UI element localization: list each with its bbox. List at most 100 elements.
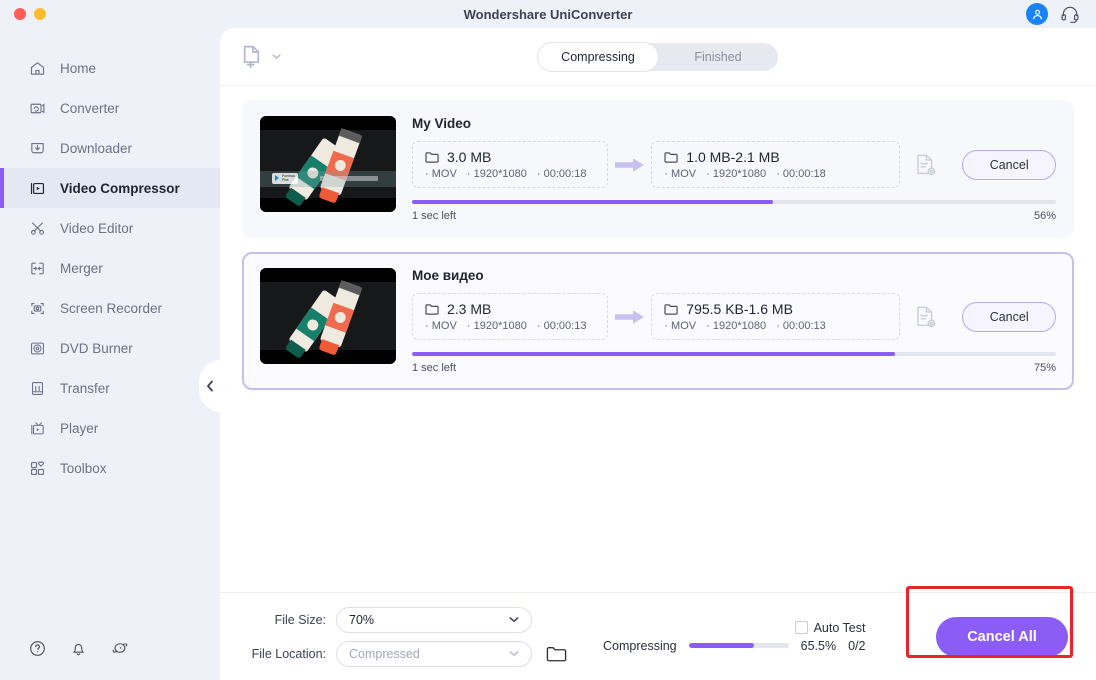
sidebar-item-home[interactable]: Home — [0, 48, 220, 88]
sidebar-item-transfer[interactable]: Transfer — [0, 368, 220, 408]
footer-bar: File Size: 70% File Location: Compressed — [220, 592, 1096, 680]
source-info: 3.0 MB · MOV · 1920*1080 · 00:00:18 — [412, 141, 609, 188]
target-info: 1.0 MB-2.1 MB · MOV · 1920*1080 · 00:00:… — [651, 141, 900, 188]
progress-percent: 75% — [1033, 362, 1056, 374]
sidebar-item-toolbox[interactable]: Toolbox — [0, 448, 220, 488]
folder-icon[interactable] — [546, 645, 567, 663]
target-resolution: 1920*1080 — [712, 320, 767, 332]
auto-test-checkbox[interactable]: Auto Test — [794, 621, 865, 635]
table-row[interactable]: Pumbaa Plus My Video 3.0 MB · MOV · 1920… — [242, 100, 1074, 238]
file-location-select[interactable]: Compressed — [336, 640, 532, 667]
chevron-down-icon — [509, 616, 519, 623]
source-size: 2.3 MB — [447, 301, 492, 317]
overall-progress-area: Auto Test Compressing 65.5% 0/2 — [603, 621, 865, 653]
source-format: MOV — [431, 320, 457, 332]
task-title: Мое видео — [412, 268, 484, 283]
file-size-value: 70% — [349, 612, 375, 627]
tab-finished[interactable]: Finished — [658, 43, 778, 71]
cancel-all-label: Cancel All — [967, 628, 1037, 645]
player-icon — [28, 419, 46, 437]
target-duration: 00:00:13 — [782, 320, 826, 332]
folder-icon — [425, 303, 440, 316]
source-resolution: 1920*1080 — [473, 320, 527, 332]
video-thumbnail: Pumbaa Plus — [260, 116, 396, 212]
content-toolbar: Compressing Finished — [220, 28, 1096, 86]
sidebar-item-downloader[interactable]: Downloader — [0, 128, 220, 168]
file-size-select[interactable]: 70% — [336, 606, 532, 633]
close-button[interactable] — [14, 8, 26, 20]
add-file-button[interactable] — [240, 44, 281, 70]
sidebar-item-screen-recorder[interactable]: Screen Recorder — [0, 288, 220, 328]
minimize-button[interactable] — [34, 8, 46, 20]
bell-icon[interactable] — [69, 639, 88, 658]
headset-icon[interactable] — [1060, 4, 1080, 24]
cancel-button-label: Cancel — [989, 309, 1029, 324]
sidebar-item-label: Transfer — [60, 380, 110, 396]
sidebar-item-merger[interactable]: Merger — [0, 248, 220, 288]
target-format: MOV — [671, 320, 697, 332]
progress-track — [412, 352, 1056, 356]
chevron-down-icon — [272, 53, 281, 60]
sidebar-item-label: DVD Burner — [60, 340, 133, 356]
task-tabs: Compressing Finished — [538, 42, 778, 71]
window-controls[interactable] — [0, 8, 46, 20]
overall-progress-fill — [688, 643, 755, 648]
sidebar-item-video-compressor[interactable]: Video Compressor — [0, 168, 220, 208]
converter-icon — [28, 99, 46, 117]
sidebar-item-video-editor[interactable]: Video Editor — [0, 208, 220, 248]
arrow-right-icon — [608, 157, 651, 173]
progress-fill — [412, 200, 773, 204]
sidebar-item-player[interactable]: Player — [0, 408, 220, 448]
folder-icon — [664, 303, 679, 316]
source-meta: · MOV · 1920*1080 · 00:00:13 — [425, 320, 587, 332]
title-bar-actions — [1026, 3, 1096, 25]
user-avatar-icon[interactable] — [1026, 3, 1048, 25]
folder-icon — [425, 151, 440, 164]
source-duration: 00:00:13 — [543, 320, 587, 332]
time-left: 1 sec left — [412, 362, 457, 374]
overall-progress-track — [688, 643, 789, 648]
cancel-all-button[interactable]: Cancel All — [936, 616, 1068, 657]
add-file-icon — [240, 44, 265, 70]
home-icon — [28, 59, 46, 77]
sidebar-item-converter[interactable]: Converter — [0, 88, 220, 128]
title-bar: Wondershare UniConverter — [0, 0, 1096, 28]
app-window: Wondershare UniConverter Home Converter … — [0, 0, 1096, 680]
sidebar-item-label: Converter — [60, 100, 120, 116]
sidebar-item-label: Merger — [60, 260, 103, 276]
file-size-label: File Size: — [274, 612, 326, 627]
target-format: MOV — [671, 168, 697, 180]
table-row[interactable]: Мое видео 2.3 MB · MOV · 1920*1080 · 00:… — [242, 252, 1074, 390]
task-count: 0/2 — [848, 638, 866, 653]
page-title: Wondershare UniConverter — [463, 6, 633, 22]
sidebar-footer — [0, 639, 220, 680]
file-settings-icon[interactable] — [900, 152, 952, 178]
sidebar-item-dvd-burner[interactable]: DVD Burner — [0, 328, 220, 368]
checkbox-box — [794, 621, 808, 634]
task-progress: 1 sec left 75% — [412, 352, 1056, 374]
chevron-down-icon — [509, 650, 519, 657]
sidebar-item-label: Toolbox — [60, 460, 107, 476]
cancel-button-label: Cancel — [989, 157, 1029, 172]
cancel-button[interactable]: Cancel — [962, 149, 1056, 180]
cancel-button[interactable]: Cancel — [962, 301, 1056, 332]
target-duration: 00:00:18 — [782, 168, 826, 180]
target-size: 795.5 KB-1.6 MB — [686, 301, 793, 317]
source-duration: 00:00:18 — [543, 168, 587, 180]
file-location-label: File Location: — [251, 646, 326, 661]
source-meta: · MOV · 1920*1080 · 00:00:18 — [425, 168, 587, 180]
progress-fill — [412, 352, 895, 356]
sidebar-item-label: Video Editor — [60, 220, 134, 236]
target-info: 795.5 KB-1.6 MB · MOV · 1920*1080 · 00:0… — [651, 293, 900, 340]
tab-compressing[interactable]: Compressing — [538, 42, 658, 71]
feedback-icon[interactable] — [110, 639, 129, 658]
file-settings-icon[interactable] — [900, 304, 952, 330]
folder-icon — [664, 151, 679, 164]
help-icon[interactable] — [28, 639, 47, 658]
target-meta: · MOV · 1920*1080 · 00:00:18 — [664, 168, 826, 180]
sidebar-item-label: Home — [60, 60, 97, 76]
sidebar-item-label: Screen Recorder — [60, 300, 163, 316]
source-size: 3.0 MB — [447, 149, 492, 165]
source-resolution: 1920*1080 — [473, 168, 527, 180]
video-thumbnail — [260, 268, 396, 364]
